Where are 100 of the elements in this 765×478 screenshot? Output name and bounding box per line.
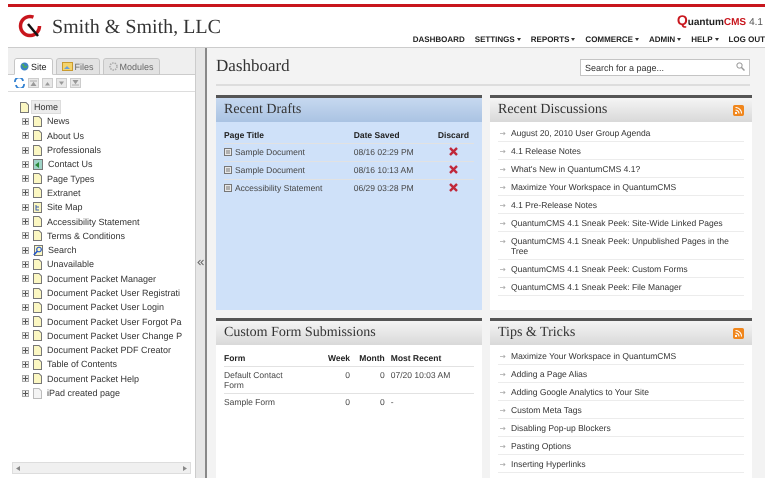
tree-item[interactable]: Document Packet Help [44, 372, 142, 386]
tree-item[interactable]: Document Packet User Forgot Pa [44, 314, 185, 329]
nav-link[interactable]: LOG OUT [728, 35, 765, 44]
article-link[interactable]: Adding a Page Alias [511, 369, 588, 379]
article-link[interactable]: Adding Google Analytics to Your Site [511, 387, 649, 397]
expand-button[interactable] [22, 332, 29, 340]
expand-button[interactable] [22, 118, 29, 125]
sidebar-tab[interactable]: Site [14, 58, 53, 75]
expand-button[interactable] [22, 232, 29, 240]
tree-item[interactable]: Extranet [44, 186, 84, 200]
up-triangle-icon [44, 80, 51, 86]
expand-button[interactable] [22, 160, 29, 168]
page-icon [33, 230, 42, 242]
search-field[interactable]: Search for a page... [580, 59, 750, 76]
expand-button[interactable] [22, 290, 29, 296]
nav-link[interactable]: HELP [691, 35, 719, 44]
version-number: 4.1 [749, 17, 763, 28]
scroll-right-icon[interactable] [183, 466, 187, 470]
expand-button[interactable] [22, 304, 29, 311]
expand-button[interactable] [22, 375, 29, 382]
move-bottom-icon [72, 80, 79, 86]
expand-button[interactable] [22, 318, 29, 326]
tree-item[interactable]: Site Map [44, 200, 86, 214]
article-link[interactable]: Maximize Your Workspace in QuantumCMS [511, 182, 676, 192]
search-page-icon [33, 244, 43, 256]
tree-item[interactable]: Contact Us [45, 157, 96, 172]
article-link[interactable]: Maximize Your Workspace in QuantumCMS [511, 351, 676, 361]
tree-item[interactable]: Document Packet User Registrati [44, 286, 184, 300]
expand-button[interactable] [22, 204, 29, 211]
page-icon [33, 216, 42, 228]
rss-icon[interactable] [733, 104, 744, 116]
horizontal-scrollbar[interactable] [12, 462, 191, 474]
nav-link[interactable]: ADMIN [648, 35, 682, 44]
article-link[interactable]: August 20, 2010 User Group Agenda [511, 128, 650, 138]
article-link[interactable]: QuantumCMS 4.1 Sneak Peek: Custom Forms [511, 264, 688, 274]
draft-title[interactable]: Sample Document [235, 165, 305, 175]
page-icon [33, 330, 42, 342]
tree-item[interactable]: Search [45, 243, 80, 258]
draft-title[interactable]: Sample Document [235, 147, 305, 157]
caret-icon [677, 38, 682, 41]
tree-item[interactable]: Document Packet Manager [44, 272, 160, 286]
tree-item[interactable]: Page Types [44, 172, 98, 186]
expand-button[interactable] [22, 346, 29, 354]
expand-button[interactable] [22, 132, 29, 140]
rss-icon[interactable] [733, 328, 744, 338]
article-link[interactable]: Pasting Options [511, 441, 572, 451]
tree-item[interactable]: iPad created page [44, 386, 124, 400]
draft-title[interactable]: Accessibility Statement [235, 183, 322, 193]
article-link[interactable]: QuantumCMS 4.1 Sneak Peek: Site-Wide Linked Pages [511, 218, 723, 228]
tree-item[interactable]: Unavailable [44, 257, 98, 272]
tree-item[interactable]: Document Packet User Login [44, 300, 168, 314]
article-link[interactable]: 4.1 Release Notes [511, 146, 581, 156]
tree-item[interactable]: Professionals [44, 143, 104, 158]
image-icon [62, 62, 73, 71]
sidebar-tab[interactable]: Files [56, 58, 100, 75]
article-link[interactable]: QuantumCMS 4.1 Sneak Peek: File Manager [511, 282, 682, 292]
globe-icon [20, 62, 29, 71]
form-name[interactable]: Sample Form [224, 397, 294, 407]
article-link[interactable]: What's New in QuantumCMS 4.1? [511, 164, 640, 174]
delete-button[interactable] [448, 165, 458, 174]
tree-item[interactable]: Terms & Conditions [44, 228, 128, 243]
table-cell: 0 [350, 394, 385, 410]
delete-button[interactable] [448, 147, 458, 156]
arrow-icon [500, 221, 506, 226]
expand-button[interactable] [22, 218, 29, 226]
nav-link[interactable]: SETTINGS [474, 35, 521, 44]
article-link[interactable]: QuantumCMS 4.1 Sneak Peek: Unpublished Pages in the Tree [511, 236, 744, 256]
expand-button[interactable] [22, 246, 29, 254]
expand-button[interactable] [22, 360, 29, 368]
article-link[interactable]: 4.1 Pre-Release Notes [511, 200, 597, 210]
delete-button[interactable] [448, 183, 458, 192]
tree-item[interactable]: Document Packet PDF Creator [44, 343, 174, 358]
table-cell: 08/16 02:29 PM [354, 144, 433, 162]
tree-item[interactable]: News [44, 114, 73, 128]
sidebar-tab[interactable]: Modules [102, 58, 160, 75]
arrow-icon [500, 185, 506, 190]
nav-link[interactable]: DASHBOARD [412, 35, 465, 44]
tree-item[interactable]: About Us [44, 128, 88, 143]
page-icon [33, 316, 42, 328]
arrow-icon [500, 426, 506, 431]
article-link[interactable]: Inserting Hyperlinks [511, 459, 586, 469]
expand-button[interactable] [22, 260, 29, 268]
splitter[interactable] [196, 48, 207, 478]
nav-link[interactable]: COMMERCE [585, 35, 639, 44]
article-link[interactable]: Custom Meta Tags [511, 405, 582, 415]
expand-button[interactable] [22, 175, 29, 182]
tree-item[interactable]: Home [31, 100, 62, 114]
search-icon [736, 62, 745, 70]
expand-button[interactable] [22, 146, 29, 154]
tree-item[interactable]: Document Packet User Change P [44, 328, 186, 343]
form-name[interactable]: Default Contact Form [224, 370, 294, 390]
expand-button[interactable] [22, 390, 29, 397]
refresh-icon[interactable] [14, 78, 25, 88]
expand-button[interactable] [22, 189, 29, 196]
tree-item[interactable]: Accessibility Statement [44, 214, 143, 229]
expand-button[interactable] [22, 275, 29, 282]
scroll-left-icon[interactable] [16, 466, 20, 470]
article-link[interactable]: Disabling Pop-up Blockers [511, 423, 611, 433]
tree-item[interactable]: Table of Contents [44, 357, 120, 372]
nav-link[interactable]: REPORTS [530, 35, 576, 44]
